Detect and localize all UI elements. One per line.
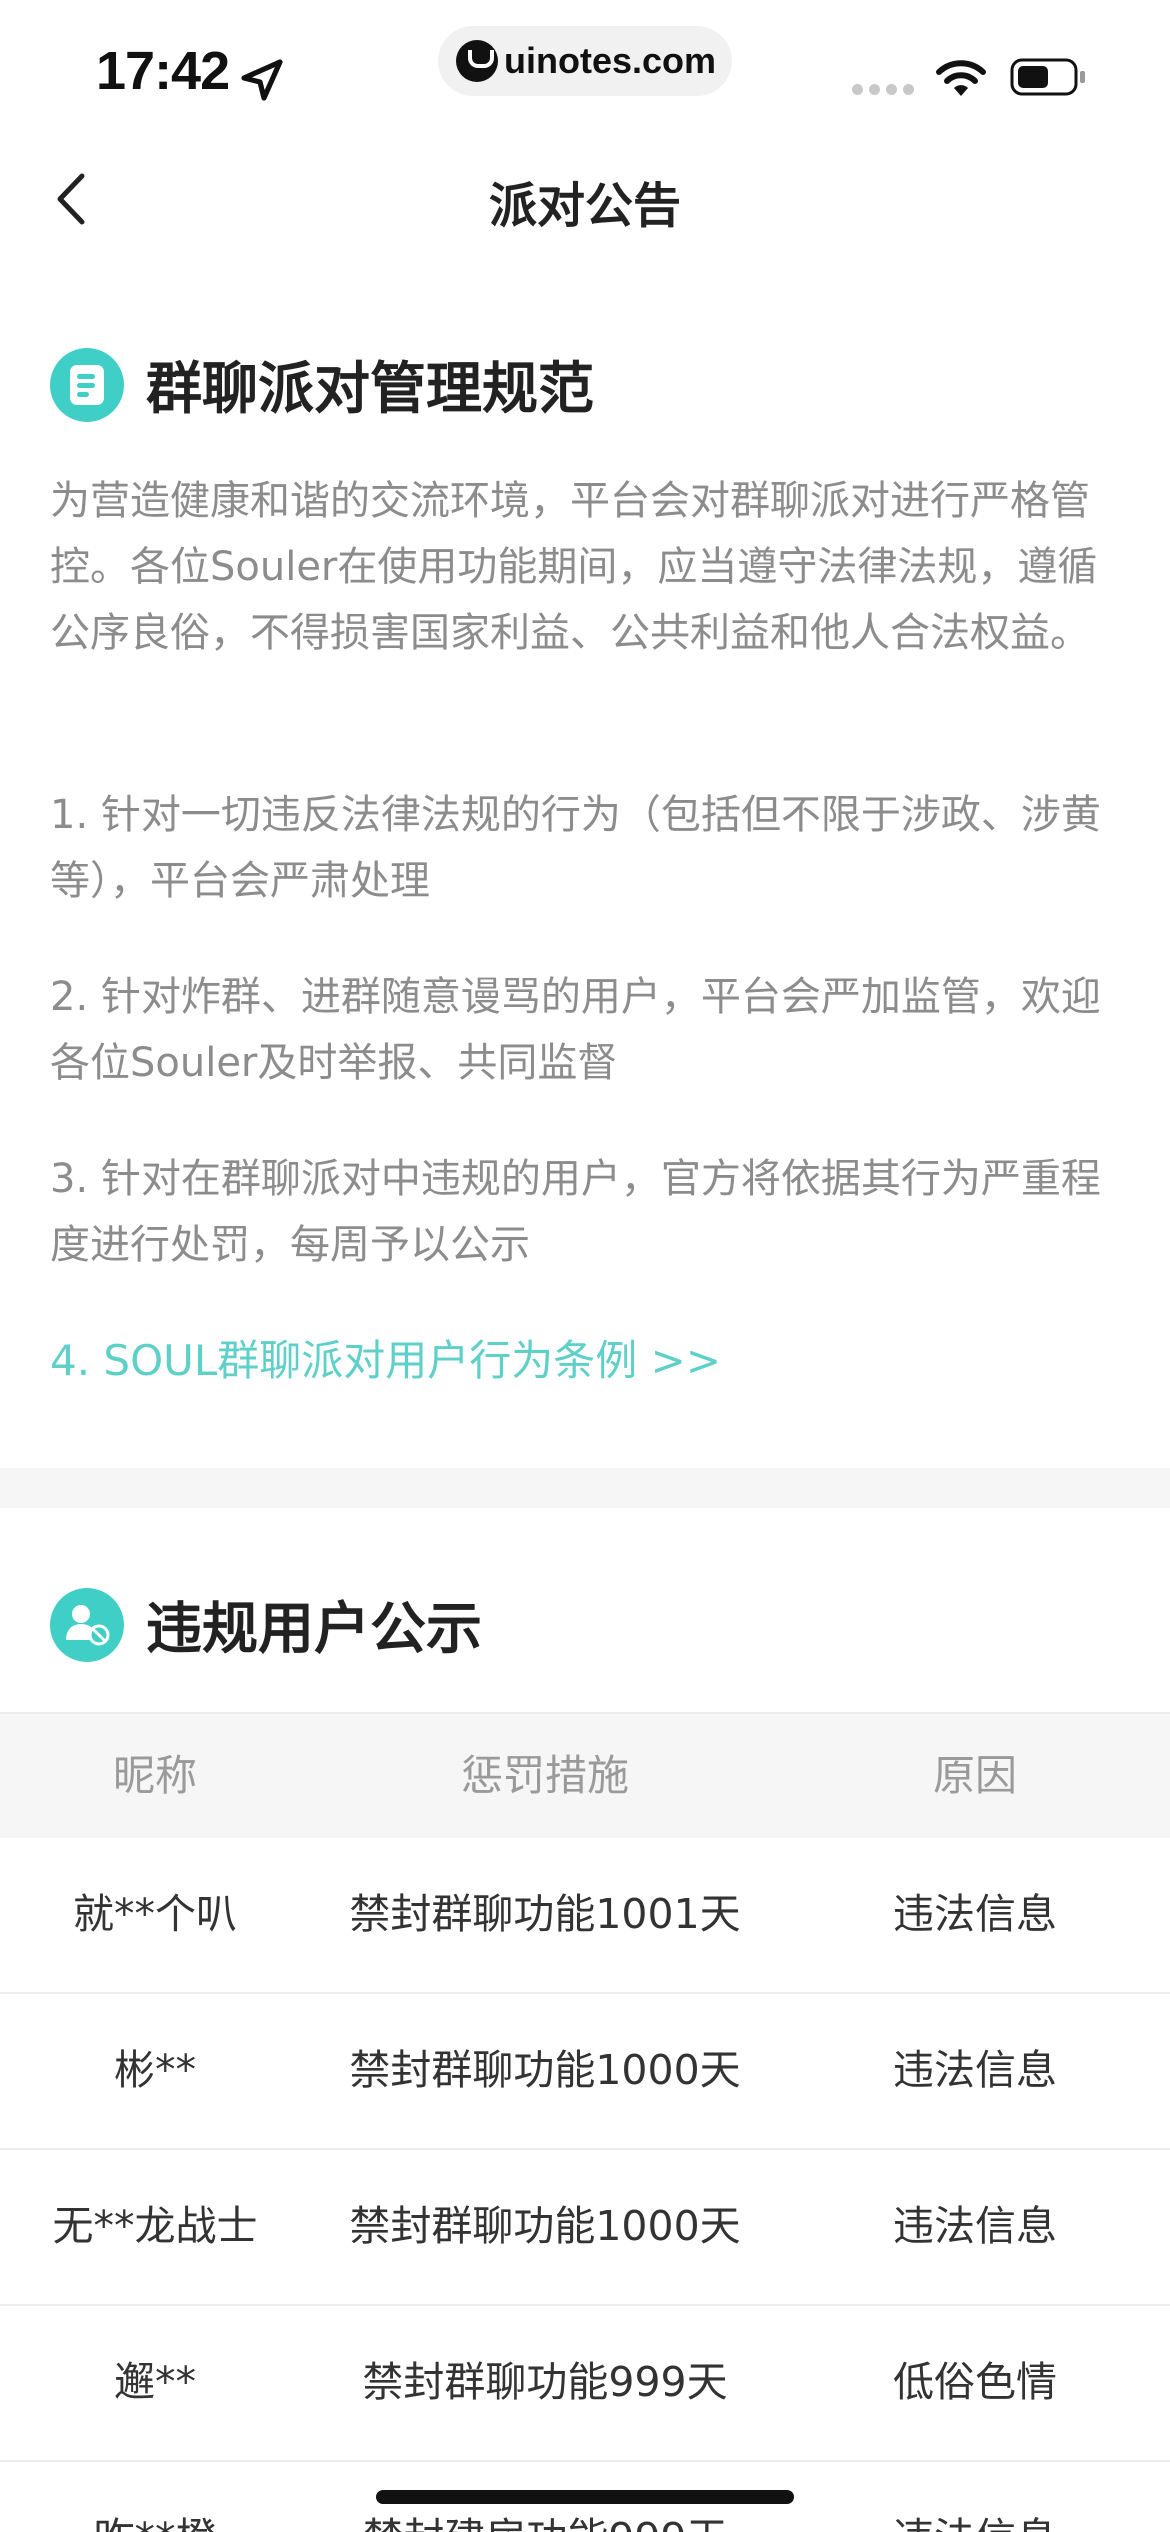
table-row: 彬** 禁封群聊功能1000天 违法信息 [0, 1992, 1170, 2150]
row-reason: 违法信息 [893, 1890, 1057, 1938]
row-reason: 违法信息 [780, 2460, 1170, 2532]
table-row: 邂** 禁封群聊功能999天 低俗色情 [0, 2304, 1170, 2462]
violations-section-title: 违规用户公示 [146, 1597, 482, 1662]
status-bar: 17:42 uinotes.com [0, 0, 1170, 130]
row-nickname: 彬** [114, 2046, 196, 2094]
page: 17:42 uinotes.com 派对公告 群聊派对管理规范 为营造健康和谐的… [0, 0, 1170, 2532]
nav-bar: 派对公告 [0, 130, 1170, 268]
row-nickname: 无**龙战士 [52, 2202, 258, 2250]
battery-icon [1010, 58, 1085, 96]
status-time: 17:42 [96, 41, 230, 101]
row-penalty: 禁封群聊功能1001天 [349, 1890, 741, 1938]
column-header-nickname: 昵称 [112, 1751, 197, 1800]
rules-intro: 为营造健康和谐的交流环境，平台会对群聊派对进行严格管控。各位Souler在使用功… [50, 478, 1098, 656]
document-icon [50, 347, 124, 422]
rule-item-3: 3. 针对在群聊派对中违规的用户，官方将依据其行为严重程度进行处罚，每周予以公示 [50, 1156, 1101, 1268]
row-nickname: 就**个叭 [73, 1890, 237, 1938]
row-reason: 低俗色情 [893, 2358, 1057, 2406]
section-divider [0, 1468, 1170, 1508]
cellular-signal-icon [852, 84, 914, 95]
row-reason: 违法信息 [893, 2202, 1057, 2250]
violations-section-header: 违规用户公示 [50, 1584, 482, 1665]
page-title: 派对公告 [488, 178, 681, 234]
home-indicator[interactable] [376, 2490, 794, 2504]
row-reason: 违法信息 [893, 2046, 1057, 2094]
user-banned-icon [50, 1587, 124, 1662]
row-penalty: 禁封群聊功能1000天 [349, 2046, 741, 2094]
url-pill[interactable]: uinotes.com [438, 26, 732, 96]
site-logo-icon [456, 40, 498, 82]
rule-item-1: 1. 针对一切违反法律法规的行为（包括但不限于涉政、涉黄等），平台会严肃处理 [50, 792, 1101, 904]
row-penalty: 禁封群聊功能999天 [362, 2358, 728, 2406]
row-penalty: 禁封群聊功能1000天 [349, 2202, 741, 2250]
table-header: 昵称 惩罚措施 原因 [0, 1712, 1170, 1838]
wifi-icon [936, 60, 986, 96]
table-row: 无**龙战士 禁封群聊功能1000天 违法信息 [0, 2148, 1170, 2306]
row-nickname: 邂** [114, 2358, 196, 2406]
location-arrow-icon [241, 59, 283, 101]
url-text: uinotes.com [504, 40, 717, 81]
rules-section-header: 群聊派对管理规范 [50, 344, 594, 425]
column-header-penalty: 惩罚措施 [460, 1751, 629, 1800]
row-nickname: 昨**橙 [0, 2460, 310, 2532]
table-row: 就**个叭 禁封群聊功能1001天 违法信息 [0, 1836, 1170, 1994]
rules-section-title: 群聊派对管理规范 [146, 357, 594, 422]
rule-item-2: 2. 针对炸群、进群随意谩骂的用户，平台会严加监管，欢迎各位Souler及时举报… [50, 974, 1101, 1086]
column-header-reason: 原因 [932, 1751, 1017, 1800]
behavior-rules-link[interactable]: 4. SOUL群聊派对用户行为条例 >> [50, 1328, 1120, 1394]
